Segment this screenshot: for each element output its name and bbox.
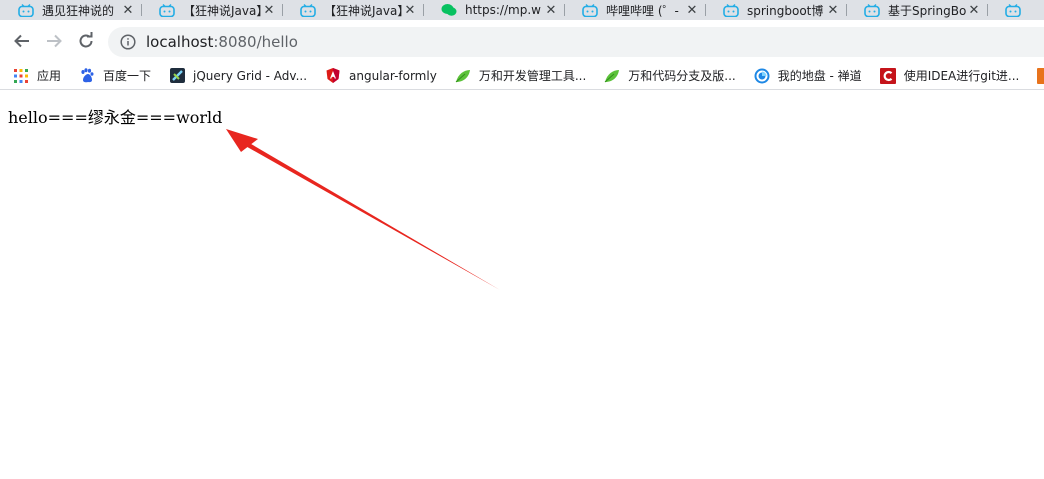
url-host: localhost [146, 33, 214, 51]
baidu-paw-icon [79, 68, 95, 84]
apps-grid-icon [13, 68, 29, 84]
bookmark-zentao[interactable]: 我的地盘 - 禅道 [754, 67, 862, 84]
tab-2[interactable]: 【狂神说Java】 ✕ [141, 0, 282, 20]
tab-4[interactable]: https://mp.w ✕ [423, 0, 564, 20]
tab-1[interactable]: 遇见狂神说的 ✕ [0, 0, 141, 20]
orange-site-icon [1037, 67, 1044, 84]
bookmark-label: jQuery Grid - Adv... [193, 68, 308, 83]
close-icon[interactable]: ✕ [544, 3, 558, 18]
angular-icon [325, 68, 341, 84]
csdn-icon [879, 67, 896, 84]
tab-5[interactable]: 哔哩哔哩 (゜- ✕ [564, 0, 705, 20]
tab-3[interactable]: 【狂神说Java】 ✕ [282, 0, 423, 20]
bookmark-baidu[interactable]: 百度一下 [79, 67, 151, 84]
bookmark-label: 百度一下 [103, 69, 152, 83]
leaf-icon [604, 68, 620, 84]
bookmark-label: 我的地盘 - 禅道 [777, 69, 862, 83]
tab-title: 哔哩哔哩 (゜- [606, 3, 679, 18]
bookmark-angular-formly[interactable]: angular-formly [325, 68, 437, 84]
bookmarks-bar: 应用 百度一下 jQuery Grid - Adv... angular-for… [0, 62, 1044, 90]
bilibili-icon [1005, 3, 1021, 17]
bookmark-wanhe-branch[interactable]: 万和代码分支及版... [604, 67, 736, 84]
info-icon[interactable] [119, 33, 137, 51]
annotation-arrow [226, 129, 500, 290]
bookmark-csdn-git[interactable]: 使用IDEA进行git进... [879, 67, 1020, 84]
bilibili-icon [582, 3, 598, 17]
close-icon[interactable]: ✕ [403, 3, 417, 18]
zentao-icon [754, 68, 770, 84]
close-icon[interactable]: ✕ [685, 3, 699, 18]
browser-toolbar: localhost:8080/hello [0, 20, 1044, 62]
bookmark-label: angular-formly [349, 68, 437, 83]
tab-8[interactable]: Sp [987, 0, 1033, 20]
wechat-icon [441, 3, 457, 17]
tab-title: 【狂神说Java】 [324, 3, 403, 18]
close-icon[interactable]: ✕ [967, 3, 981, 18]
back-arrow-icon[interactable] [12, 31, 32, 51]
close-icon[interactable]: ✕ [121, 3, 135, 18]
bookmark-overflow[interactable] [1037, 67, 1044, 84]
bilibili-icon [300, 3, 316, 17]
tab-title: springboot博 [747, 3, 824, 18]
bilibili-icon [723, 3, 739, 17]
bilibili-icon [159, 3, 175, 17]
forward-arrow-icon[interactable] [44, 31, 64, 51]
tab-title: https://mp.w [465, 3, 541, 17]
bookmark-wanhe-dev[interactable]: 万和开发管理工具... [455, 67, 586, 84]
bookmark-jqgrid[interactable]: jQuery Grid - Adv... [169, 68, 307, 84]
tab-title: 遇见狂神说的 [42, 3, 115, 18]
bookmark-label: 万和代码分支及版... [628, 69, 736, 83]
bookmark-label: 万和开发管理工具... [478, 69, 587, 83]
url-path: :8080/hello [213, 33, 298, 51]
tab-title: 基于SpringBo [888, 3, 967, 18]
close-icon[interactable]: ✕ [262, 3, 276, 18]
tab-7[interactable]: 基于SpringBo ✕ [846, 0, 987, 20]
bilibili-icon [864, 3, 880, 17]
close-icon[interactable]: ✕ [826, 3, 840, 18]
leaf-icon [455, 68, 471, 84]
page-content: hello===缪永金===world [0, 91, 1044, 479]
tab-strip: 遇见狂神说的 ✕ 【狂神说Java】 ✕ 【狂神说Java】 ✕ https:/… [0, 0, 1044, 20]
tab-title: 【狂神说Java】 [183, 3, 262, 18]
bookmark-apps[interactable]: 应用 [13, 67, 61, 84]
address-bar[interactable]: localhost:8080/hello [108, 27, 1044, 57]
arrow-shaft [242, 141, 500, 290]
tab-6[interactable]: springboot博 ✕ [705, 0, 846, 20]
bilibili-icon [18, 3, 34, 17]
reload-icon[interactable] [76, 31, 96, 51]
jqgrid-icon [169, 68, 185, 84]
bookmark-label: 应用 [37, 69, 62, 83]
bookmark-label: 使用IDEA进行git进... [903, 69, 1020, 83]
